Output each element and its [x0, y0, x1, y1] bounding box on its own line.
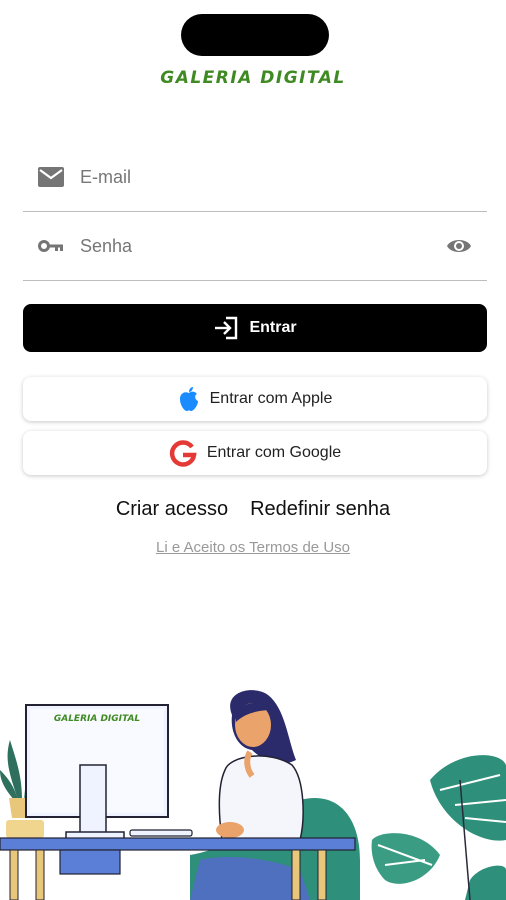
eye-icon[interactable]	[446, 235, 472, 257]
account-links: Criar acesso Redefinir senha	[0, 498, 506, 521]
app-logo: GALERIA DIGITAL	[160, 68, 346, 88]
google-signin-button[interactable]: Entrar com Google	[23, 431, 487, 475]
google-icon	[169, 440, 197, 467]
camera-notch	[181, 14, 329, 56]
terms-link[interactable]: Li e Aceito os Termos de Uso	[0, 539, 506, 556]
login-button[interactable]: Entrar	[23, 304, 487, 352]
office-illustration: GALERIA DIGITAL	[0, 690, 506, 900]
password-field-container	[23, 212, 487, 281]
login-button-label: Entrar	[249, 319, 297, 336]
monitor-brand-text: GALERIA DIGITAL	[54, 714, 141, 724]
apple-signin-label: Entrar com Apple	[209, 390, 333, 407]
login-icon	[215, 316, 238, 340]
email-input[interactable]	[80, 163, 420, 191]
google-signin-label: Entrar com Google	[206, 444, 342, 461]
box-stack	[6, 820, 44, 838]
mail-icon	[38, 167, 64, 187]
apple-icon	[179, 387, 198, 411]
reset-password-link[interactable]: Redefinir senha	[250, 498, 390, 521]
email-field-container	[23, 143, 487, 212]
apple-signin-button[interactable]: Entrar com Apple	[23, 377, 487, 421]
create-account-link[interactable]: Criar acesso	[116, 498, 228, 521]
key-icon	[38, 240, 63, 252]
monitor: GALERIA DIGITAL	[25, 704, 169, 841]
right-plant	[371, 755, 506, 900]
keyboard	[129, 829, 193, 837]
password-input[interactable]	[80, 232, 420, 260]
